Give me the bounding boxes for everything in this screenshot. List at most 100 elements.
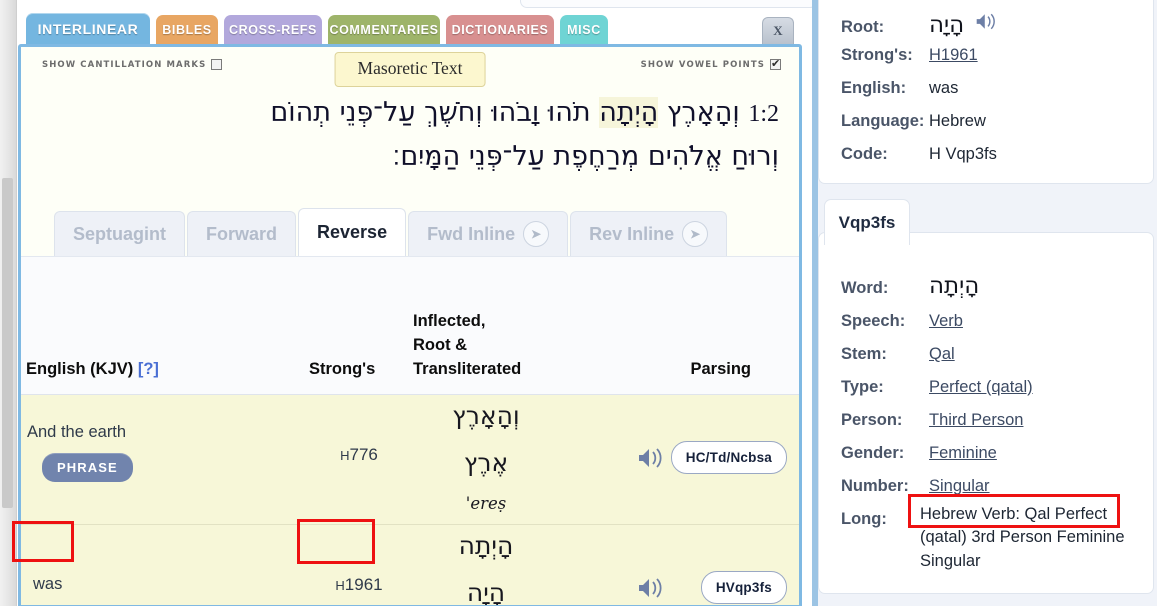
page-scrollbar[interactable] <box>0 0 17 606</box>
tab-interlinear[interactable]: INTERLINEAR <box>26 13 150 45</box>
tab-dictionaries[interactable]: DICTIONARIES <box>446 15 554 45</box>
background-panel-edge <box>520 0 812 8</box>
column-header-inflected-line1: Inflected, <box>413 312 486 331</box>
speaker-icon[interactable] <box>974 11 1002 37</box>
row-hebrew-inflected[interactable]: וְהָאָרֶץ <box>401 401 571 430</box>
parsing-card-tab[interactable]: Vqp3fs <box>824 199 910 245</box>
parsing-speech-label: Speech: <box>841 312 906 330</box>
parsing-number-link[interactable]: Singular <box>929 477 990 496</box>
show-cantillation-checkbox[interactable] <box>211 59 223 70</box>
verse-line-2[interactable]: וְרוּחַ אֱלֹהִים מְרַחֶפֶת עַל־פְּנֵי הַ… <box>21 135 779 179</box>
lexicon-language-label: Language: <box>841 112 925 130</box>
column-header-inflected-line2: Root & <box>413 336 468 355</box>
subtab-forward-label: Forward <box>206 223 278 244</box>
row-parsing-button[interactable]: HVqp3fs <box>700 571 787 604</box>
show-cantillation-toggle[interactable]: SHOW CANTILLATION MARKS <box>42 59 223 70</box>
row-hebrew-root[interactable]: הָיָה <box>401 578 571 605</box>
row-strongs-number[interactable]: H1961 <box>309 575 409 595</box>
lexicon-strongs-row: Strong's: H1961 <box>841 46 978 65</box>
subtab-forward[interactable]: Forward <box>187 211 297 256</box>
parsing-word-label: Word: <box>841 279 889 297</box>
parsing-person-label: Person: <box>841 411 903 429</box>
masoretic-text-title: Masoretic Text <box>334 52 486 87</box>
parsing-speech-link[interactable]: Verb <box>929 312 963 331</box>
verse-line-1: 1:2 וְהָאָרֶץ הָיְתָה תֹהוּ וָבֹהוּ וְחֹ… <box>21 91 779 135</box>
share-arrow-icon: ➤ <box>523 221 550 247</box>
subtab-rev-inline[interactable]: Rev Inline ➤ <box>570 211 728 256</box>
lexicon-sidebar: Root: הָיָה Strong's: H1961 English: was <box>812 0 1157 606</box>
parsing-number-label: Number: <box>841 477 909 495</box>
verse-line1-segment-a[interactable]: וְהָאָרֶץ <box>667 97 740 128</box>
app-screen: INTERLINEAR BIBLES CROSS-REFS COMMENTARI… <box>0 0 1157 606</box>
speaker-icon[interactable] <box>636 445 670 476</box>
parsing-word-value[interactable]: הָיְתָה <box>929 273 979 299</box>
verse-reference[interactable]: 1:2 <box>748 95 779 134</box>
subtab-septuagint[interactable]: Septuagint <box>54 211 185 256</box>
lexicon-root-label: Root: <box>841 18 885 36</box>
row-parsing-button[interactable]: HC/Td/Ncbsa <box>670 441 787 474</box>
verse-highlighted-word[interactable]: הָיְתָה <box>599 97 659 128</box>
parsing-long-value: Hebrew Verb: Qal Perfect (qatal) 3rd Per… <box>920 505 1125 570</box>
parsing-stem-link[interactable]: Qal <box>929 345 955 364</box>
lexicon-code-value: H Vqp3fs <box>929 145 997 163</box>
interlinear-table-header: English (KJV) [?] Strong's Inflected, Ro… <box>21 256 799 395</box>
primary-tabbar: INTERLINEAR BIBLES CROSS-REFS COMMENTARI… <box>0 13 812 45</box>
row-english-text[interactable]: was <box>33 575 62 594</box>
lexicon-english-value: was <box>929 79 959 97</box>
parsing-person-link[interactable]: Third Person <box>929 411 1023 430</box>
subtab-fwd-inline-label: Fwd Inline <box>427 223 516 244</box>
lexicon-root-value[interactable]: הָיָה <box>929 12 964 38</box>
subtab-reverse-label: Reverse <box>317 222 388 242</box>
parsing-gender-label: Gender: <box>841 444 905 462</box>
verse-display: SHOW CANTILLATION MARKS SHOW VOWEL POINT… <box>21 47 799 199</box>
tab-cross-refs[interactable]: CROSS-REFS <box>224 15 322 45</box>
column-header-strongs: Strong's <box>309 360 376 379</box>
parsing-word-row: Word: הָיְתָה <box>841 273 979 299</box>
interlinear-panel: SHOW CANTILLATION MARKS SHOW VOWEL POINT… <box>18 44 802 606</box>
row-english-text[interactable]: And the earth <box>27 423 126 442</box>
column-header-inflected: Inflected, Root & Transliterated <box>413 310 521 382</box>
lexicon-language-value: Hebrew <box>929 112 986 130</box>
row-strongs-number[interactable]: H776 <box>309 445 409 465</box>
parsing-gender-link[interactable]: Feminine <box>929 444 997 463</box>
tab-bibles[interactable]: BIBLES <box>156 15 218 45</box>
subtab-rev-inline-label: Rev Inline <box>589 223 675 244</box>
parsing-type-link[interactable]: Perfect (qatal) <box>929 378 1033 397</box>
row-hebrew-root[interactable]: אֶרֶץ <box>401 448 571 477</box>
parsing-stem-label: Stem: <box>841 345 887 363</box>
tab-commentaries[interactable]: COMMENTARIES <box>328 15 440 45</box>
subtab-septuagint-label: Septuagint <box>73 223 166 244</box>
parsing-stem-row: Stem: Qal <box>841 345 955 364</box>
share-arrow-icon: ➤ <box>682 221 709 247</box>
lexicon-english-label: English: <box>841 79 907 97</box>
show-cantillation-label: SHOW CANTILLATION MARKS <box>42 59 207 70</box>
show-vowel-points-checkbox[interactable] <box>770 57 781 70</box>
subtab-fwd-inline[interactable]: Fwd Inline ➤ <box>408 211 569 256</box>
speaker-icon[interactable] <box>636 575 670 605</box>
verse-line1-segment-b[interactable]: תֹהוּ וָבֹהוּ וְחֹשֶׁךְ עַל־פְּנֵי תְהוֹ… <box>270 97 590 128</box>
column-header-inflected-line3: Transliterated <box>413 360 522 379</box>
close-panel-button[interactable]: X <box>762 17 794 44</box>
interlinear-subtabs: Septuagint Forward Reverse Fwd Inline ➤ … <box>21 199 799 256</box>
verse-text: 1:2 וְהָאָרֶץ הָיְתָה תֹהוּ וָבֹהוּ וְחֹ… <box>21 91 799 178</box>
table-row[interactable]: was H1961 הָיְתָה הָיָה hāyâ HVqp <box>21 525 799 605</box>
subtab-reverse[interactable]: Reverse <box>298 208 407 256</box>
column-header-english-label: English (KJV) <box>26 360 134 379</box>
interlinear-table-body: And the earth PHRASE H776 וְהָאָרֶץ אֶרֶ… <box>21 395 799 605</box>
strongs-prefix: H <box>340 448 350 463</box>
tab-misc[interactable]: MISC <box>560 15 608 45</box>
phrase-badge[interactable]: PHRASE <box>42 453 133 482</box>
parsing-gender-row: Gender: Feminine <box>841 444 997 463</box>
parsing-person-row: Person: Third Person <box>841 411 1023 430</box>
lexicon-strongs-label: Strong's: <box>841 46 913 64</box>
strongs-digits: 776 <box>349 445 378 464</box>
english-help-icon[interactable]: [?] <box>138 360 159 378</box>
lexicon-code-row: Code: H Vqp3fs <box>841 145 997 164</box>
row-hebrew-inflected[interactable]: הָיְתָה <box>401 531 571 560</box>
table-row[interactable]: And the earth PHRASE H776 וְהָאָרֶץ אֶרֶ… <box>21 395 799 525</box>
show-vowel-points-toggle[interactable]: SHOW VOWEL POINTS <box>641 57 781 70</box>
parsing-type-row: Type: Perfect (qatal) <box>841 378 1033 397</box>
page-scrollbar-thumb[interactable] <box>2 178 13 508</box>
column-header-english: English (KJV) [?] <box>26 358 159 382</box>
lexicon-strongs-link[interactable]: H1961 <box>929 46 978 65</box>
